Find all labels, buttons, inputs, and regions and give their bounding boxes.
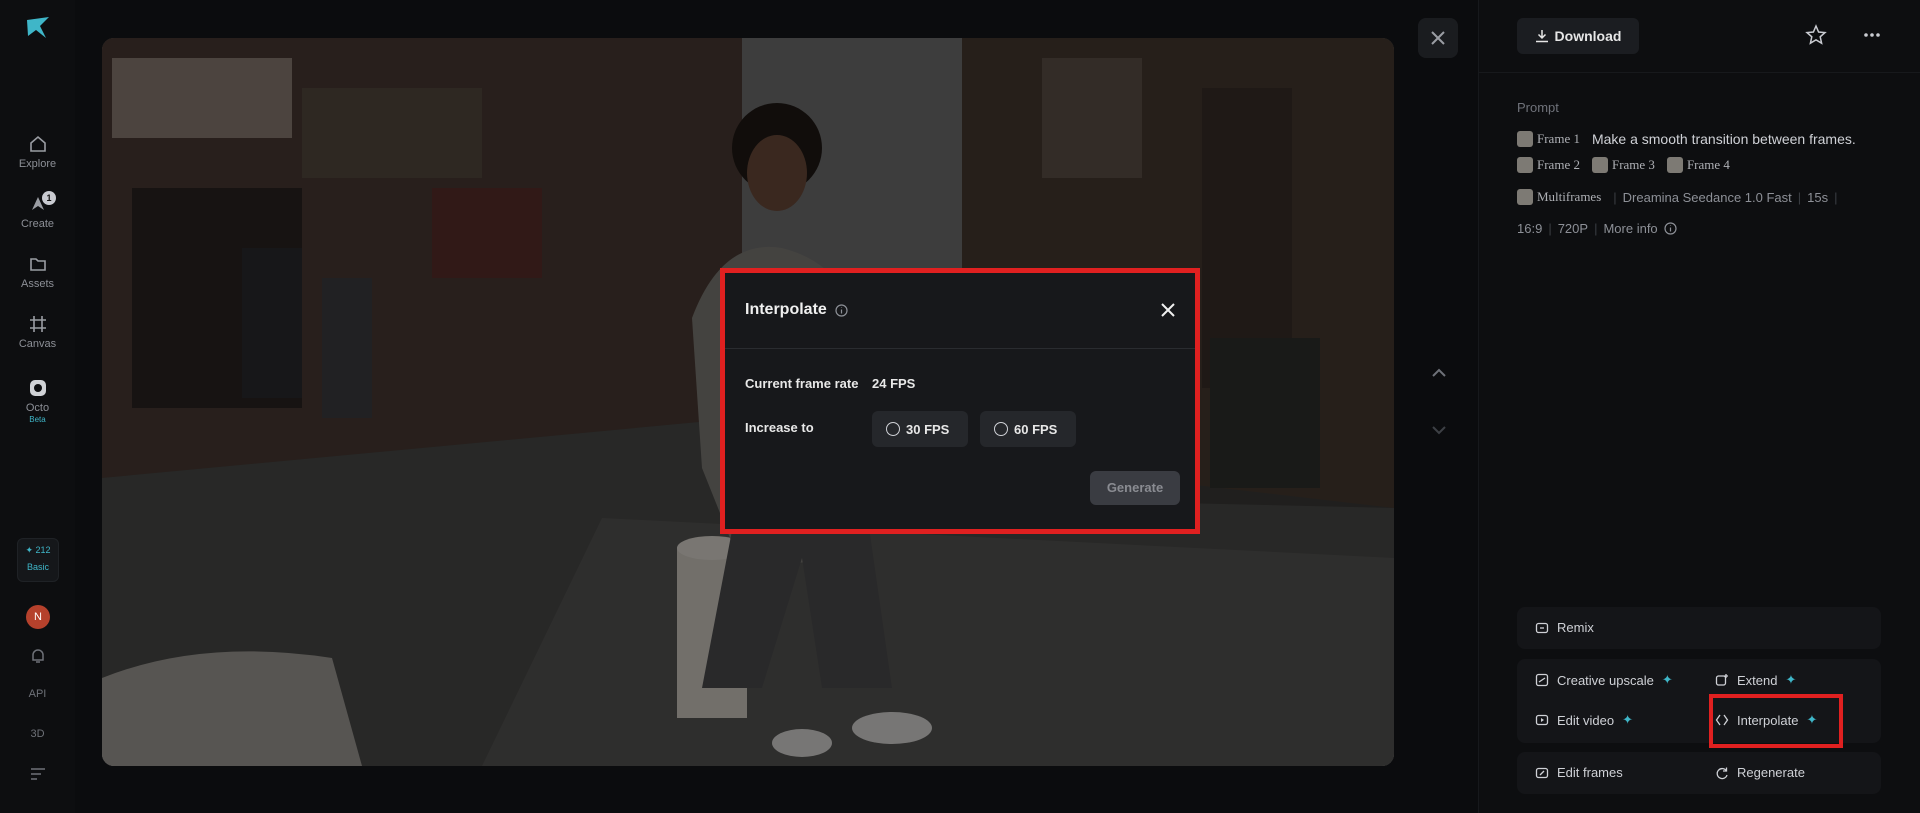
details-panel: Download Prompt Frame 1 Make a smooth tr… <box>1478 0 1920 813</box>
fps-option-30[interactable]: 30 FPS <box>872 411 968 447</box>
home-icon <box>29 135 46 152</box>
sidebar-item-assets[interactable]: Assets <box>0 254 75 290</box>
sidebar-item-create[interactable]: 1 Create <box>0 191 75 230</box>
plan-tier: Basic <box>26 562 49 572</box>
duration: 15s <box>1807 189 1829 205</box>
credits-badge[interactable]: ✦ 212 Basic <box>17 538 59 582</box>
info-icon[interactable] <box>1664 222 1677 235</box>
frame-tag[interactable]: Frame 3 <box>1591 157 1655 173</box>
app-logo-icon[interactable] <box>24 14 52 42</box>
sidebar-item-canvas[interactable]: Canvas <box>0 314 75 350</box>
sidebar-item-octo[interactable]: Octo Beta <box>0 378 75 424</box>
beta-tag: Beta <box>29 415 46 424</box>
extend-button[interactable]: Extend ✦ <box>1715 672 1796 688</box>
frames-actions-group: Edit frames Regenerate <box>1517 752 1881 794</box>
frame-tags-line: Frame 2 Frame 3 Frame 4 <box>1517 157 1736 173</box>
divider <box>1479 72 1920 73</box>
increase-to-label: Increase to <box>745 420 814 435</box>
generation-meta-line-2: 16:9 | 720P | More info <box>1517 221 1677 236</box>
close-icon[interactable] <box>1158 300 1178 320</box>
prompt-label: Prompt <box>1517 100 1559 115</box>
current-frame-rate-value: 24 FPS <box>872 376 916 391</box>
remix-button[interactable]: Remix <box>1535 620 1594 635</box>
folder-icon <box>29 258 46 271</box>
3d-link[interactable]: 3D <box>0 728 75 740</box>
sparkle-icon: ✦ <box>1622 712 1633 727</box>
generate-button[interactable]: Generate <box>1090 471 1180 505</box>
left-sidebar: Explore 1 Create Assets Canvas Octo Beta… <box>0 0 75 813</box>
frame-thumbnail <box>1517 131 1533 147</box>
sidebar-item-explore[interactable]: Explore <box>0 134 75 170</box>
bell-icon[interactable] <box>29 647 47 665</box>
frame-thumbnail <box>1517 189 1533 205</box>
frame-thumbnail <box>1591 157 1608 173</box>
frame-tag[interactable]: Frame 1 <box>1517 131 1580 147</box>
info-icon[interactable] <box>835 303 848 317</box>
creative-upscale-button[interactable]: Creative upscale ✦ <box>1535 672 1673 688</box>
prompt-text-line: Frame 1 Make a smooth transition between… <box>1517 131 1856 147</box>
frame-thumbnail <box>1517 157 1533 173</box>
fps-option-60[interactable]: 60 FPS <box>980 411 1076 447</box>
frame-tag[interactable]: Frame 2 <box>1517 157 1580 173</box>
more-info-link[interactable]: More info <box>1603 221 1657 236</box>
regenerate-button[interactable]: Regenerate <box>1715 765 1805 780</box>
credits-icon: ✦ <box>25 545 33 555</box>
sparkle-icon: ✦ <box>1661 672 1673 687</box>
download-label: Download <box>1554 28 1622 44</box>
upscale-icon <box>1535 673 1549 687</box>
sidebar-item-label: Explore <box>18 158 57 170</box>
sidebar-item-label: Create <box>20 218 55 230</box>
remix-icon <box>1535 622 1549 633</box>
credits-amount: 212 <box>35 545 51 555</box>
menu-icon[interactable] <box>29 766 47 782</box>
close-viewer-button[interactable] <box>1418 18 1458 58</box>
current-frame-rate-label: Current frame rate <box>745 376 859 391</box>
sidebar-item-label: Canvas <box>18 338 57 350</box>
dialog-divider <box>725 348 1195 349</box>
download-button[interactable]: Download <box>1517 18 1639 54</box>
generation-meta-line: Multiframes | Dreamina Seedance 1.0 Fast… <box>1517 189 1838 205</box>
api-link[interactable]: API <box>0 688 75 700</box>
octo-icon <box>29 380 46 396</box>
radio-button[interactable] <box>886 422 900 436</box>
dialog-title: Interpolate <box>745 301 848 319</box>
frame-tag[interactable]: Frame 4 <box>1666 157 1730 173</box>
chevron-up-icon[interactable] <box>1425 359 1453 387</box>
more-options-icon[interactable] <box>1861 24 1883 46</box>
mode-tag: Multiframes <box>1517 189 1601 205</box>
prompt-text: Make a smooth transition between frames. <box>1591 131 1856 147</box>
interpolate-dialog: Interpolate Current frame rate 24 FPS In… <box>720 268 1200 534</box>
sidebar-item-label: Octo <box>25 402 50 414</box>
create-count-badge: 1 <box>42 191 56 205</box>
canvas-icon <box>29 316 46 332</box>
edit-video-button[interactable]: Edit video ✦ <box>1535 712 1633 728</box>
edit-video-icon <box>1535 714 1549 726</box>
frame-thumbnail <box>1666 157 1683 173</box>
sparkle-icon: ✦ <box>1785 672 1797 687</box>
avatar[interactable]: N <box>26 605 50 629</box>
remix-group: Remix <box>1517 607 1881 649</box>
interpolate-highlight-box <box>1709 694 1843 748</box>
radio-button[interactable] <box>994 422 1008 436</box>
chevron-down-icon[interactable] <box>1425 416 1453 444</box>
app-root: Explore 1 Create Assets Canvas Octo Beta… <box>0 0 1920 813</box>
edit-frames-icon <box>1535 767 1549 778</box>
extend-icon <box>1715 674 1728 686</box>
aspect-ratio: 16:9 <box>1517 221 1543 236</box>
star-icon[interactable] <box>1805 24 1827 46</box>
download-icon <box>1535 30 1548 43</box>
resolution: 720P <box>1557 221 1589 236</box>
model-name: Dreamina Seedance 1.0 Fast <box>1622 189 1792 205</box>
edit-frames-button[interactable]: Edit frames <box>1535 765 1623 780</box>
sidebar-item-label: Assets <box>20 278 54 290</box>
regenerate-icon <box>1716 767 1728 779</box>
